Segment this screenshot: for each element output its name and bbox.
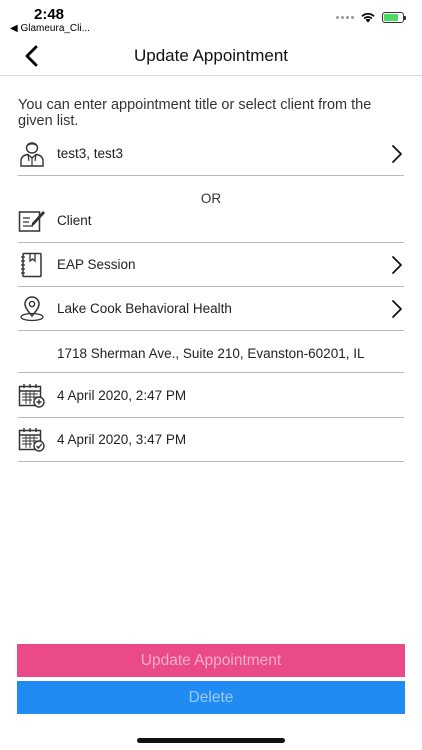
calendar-check-icon — [18, 428, 45, 452]
battery-icon — [382, 11, 406, 23]
chevron-right-icon — [392, 145, 402, 163]
client-name: test3, test3 — [57, 146, 124, 161]
location-pin-icon — [20, 296, 44, 322]
address-divider — [18, 329, 404, 373]
instruction-text: You can enter appointment title or selec… — [18, 97, 372, 129]
back-to-app-link[interactable]: ◀ Glameura_Cli... — [10, 23, 90, 34]
location-row[interactable]: Lake Cook Behavioral Health — [18, 287, 404, 331]
chevron-right-icon — [392, 300, 402, 318]
chevron-right-icon — [392, 256, 402, 274]
notebook-icon — [21, 252, 42, 278]
session-type-label: EAP Session — [57, 257, 136, 272]
status-time: 2:48 — [34, 6, 65, 23]
end-datetime: 4 April 2020, 3:47 PM — [57, 432, 187, 447]
start-datetime-row[interactable]: 4 April 2020, 2:47 PM — [18, 374, 404, 418]
page-title: Update Appointment — [133, 46, 289, 65]
status-indicators — [336, 11, 406, 23]
person-icon — [20, 142, 44, 167]
navigation-bar: Update Appointment — [0, 36, 422, 76]
status-bar: 2:48 ◀ Glameura_Cli... — [0, 0, 422, 36]
delete-button[interactable]: Delete — [17, 681, 405, 714]
update-appointment-button[interactable]: Update Appointment — [17, 644, 405, 677]
client-select-row[interactable]: test3, test3 — [18, 132, 404, 176]
edit-note-icon — [18, 211, 45, 232]
location-name: Lake Cook Behavioral Health — [57, 301, 232, 316]
end-datetime-row[interactable]: 4 April 2020, 3:47 PM — [18, 418, 404, 462]
appointment-title-row[interactable]: Client — [18, 199, 404, 243]
wifi-icon — [361, 12, 375, 23]
start-datetime: 4 April 2020, 2:47 PM — [57, 388, 187, 403]
session-type-row[interactable]: EAP Session — [18, 243, 404, 287]
appointment-title-field[interactable]: Client — [57, 213, 92, 228]
battery-level — [384, 13, 399, 21]
calendar-add-icon — [18, 384, 45, 408]
signal-icon — [336, 15, 354, 19]
home-indicator — [137, 738, 285, 743]
